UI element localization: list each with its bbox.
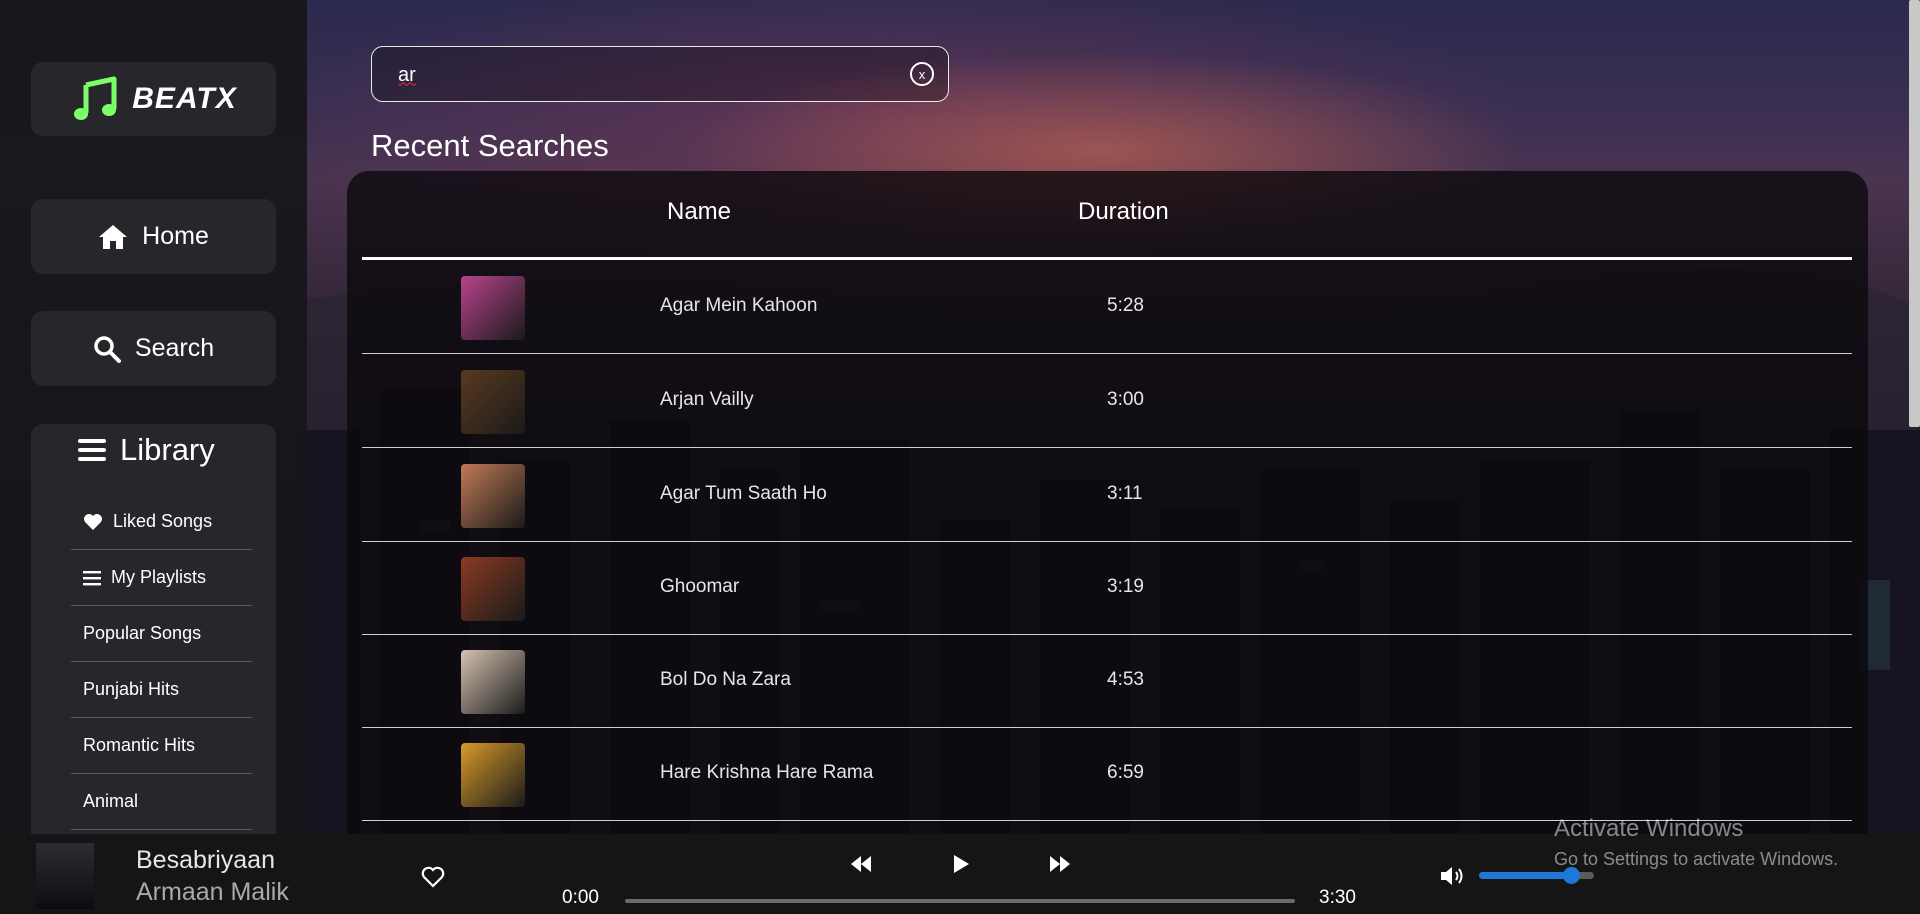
song-name: Agar Tum Saath Ho bbox=[660, 483, 827, 504]
heart-icon bbox=[84, 513, 102, 530]
fast-forward-icon[interactable] bbox=[1048, 852, 1072, 876]
music-note-icon bbox=[74, 76, 117, 120]
album-art bbox=[461, 464, 525, 528]
brand-logo[interactable]: BEATX bbox=[31, 62, 276, 136]
library-item-label: My Playlists bbox=[111, 567, 207, 587]
library-item-my-playlists[interactable]: My Playlists bbox=[71, 550, 252, 606]
nav-search-label: Search bbox=[134, 334, 215, 362]
nav-home-button[interactable]: Home bbox=[31, 199, 276, 274]
menu-icon bbox=[78, 439, 106, 461]
album-art bbox=[461, 276, 525, 340]
library-item-punjabi-hits[interactable]: Punjabi Hits bbox=[71, 662, 252, 718]
song-name: Agar Mein Kahoon bbox=[660, 295, 818, 316]
song-duration: 6:59 bbox=[1107, 762, 1144, 783]
play-icon[interactable] bbox=[950, 852, 972, 876]
current-time: 0:00 bbox=[562, 887, 599, 908]
table-row[interactable]: Agar Mein Kahoon 5:28 bbox=[362, 260, 1852, 354]
search-bar bbox=[371, 46, 949, 102]
brand-name: BEATX bbox=[132, 82, 237, 115]
library-item-label: Liked Songs bbox=[113, 511, 213, 531]
library-item-label: Romantic Hits bbox=[83, 735, 196, 755]
library-item-animal[interactable]: Animal bbox=[71, 774, 252, 830]
table-row[interactable]: Agar Tum Saath Ho 3:11 bbox=[362, 448, 1852, 542]
volume-fill bbox=[1479, 872, 1571, 879]
column-header-duration: Duration bbox=[1078, 198, 1169, 225]
song-duration: 4:53 bbox=[1107, 669, 1144, 690]
table-row[interactable]: Ghoomar 3:19 bbox=[362, 541, 1852, 635]
search-input[interactable] bbox=[398, 61, 868, 89]
song-name: Hare Krishna Hare Rama bbox=[660, 762, 874, 783]
library-heading[interactable]: Library bbox=[78, 432, 215, 468]
nav-home-label: Home bbox=[142, 222, 209, 250]
watermark-title: Activate Windows bbox=[1554, 815, 1744, 842]
like-heart-icon[interactable] bbox=[421, 866, 445, 888]
now-playing-artist: Armaan Malik bbox=[136, 878, 289, 906]
song-duration: 5:28 bbox=[1107, 295, 1144, 316]
volume-slider[interactable] bbox=[1479, 867, 1594, 884]
rewind-icon[interactable] bbox=[849, 852, 873, 876]
table-row[interactable]: Arjan Vailly 3:00 bbox=[362, 354, 1852, 448]
library-item-liked-songs[interactable]: Liked Songs bbox=[71, 494, 252, 550]
song-duration: 3:11 bbox=[1107, 483, 1143, 504]
table-row[interactable]: Bol Do Na Zara 4:53 bbox=[362, 634, 1852, 728]
column-header-name: Name bbox=[667, 198, 732, 225]
song-name: Arjan Vailly bbox=[660, 389, 754, 410]
album-art bbox=[461, 370, 525, 434]
nav-search-button[interactable]: Search bbox=[31, 311, 276, 386]
home-icon bbox=[99, 224, 128, 249]
playback-progress-bar[interactable] bbox=[625, 899, 1295, 903]
library-item-label: Animal bbox=[83, 791, 139, 811]
table-row[interactable]: Hare Krishna Hare Rama 6:59 bbox=[362, 727, 1852, 821]
search-icon bbox=[94, 335, 121, 363]
now-playing-art bbox=[36, 843, 94, 909]
song-name: Ghoomar bbox=[660, 576, 740, 597]
now-playing-title: Besabriyaan bbox=[136, 846, 275, 874]
song-duration: 3:19 bbox=[1107, 576, 1144, 597]
close-icon: x bbox=[918, 66, 926, 82]
library-item-label: Popular Songs bbox=[83, 623, 202, 643]
library-item-label: Punjabi Hits bbox=[83, 679, 180, 699]
volume-icon[interactable] bbox=[1439, 864, 1467, 888]
page-scrollbar[interactable] bbox=[1909, 0, 1920, 427]
list-icon bbox=[83, 570, 101, 585]
song-name: Bol Do Na Zara bbox=[660, 669, 791, 690]
library-item-romantic-hits[interactable]: Romantic Hits bbox=[71, 718, 252, 774]
total-time: 3:30 bbox=[1319, 887, 1356, 908]
watermark-subtitle: Go to Settings to activate Windows. bbox=[1554, 849, 1839, 869]
library-label: Library bbox=[120, 432, 215, 467]
song-duration: 3:00 bbox=[1107, 389, 1144, 410]
album-art bbox=[461, 743, 525, 807]
windows-activation-watermark: Activate Windows Go to Settings to activ… bbox=[1554, 815, 1838, 870]
library-item-popular-songs[interactable]: Popular Songs bbox=[71, 606, 252, 662]
recent-searches-title: Recent Searches bbox=[371, 128, 609, 163]
search-clear-button[interactable]: x bbox=[910, 62, 934, 86]
album-art bbox=[461, 650, 525, 714]
album-art bbox=[461, 557, 525, 621]
